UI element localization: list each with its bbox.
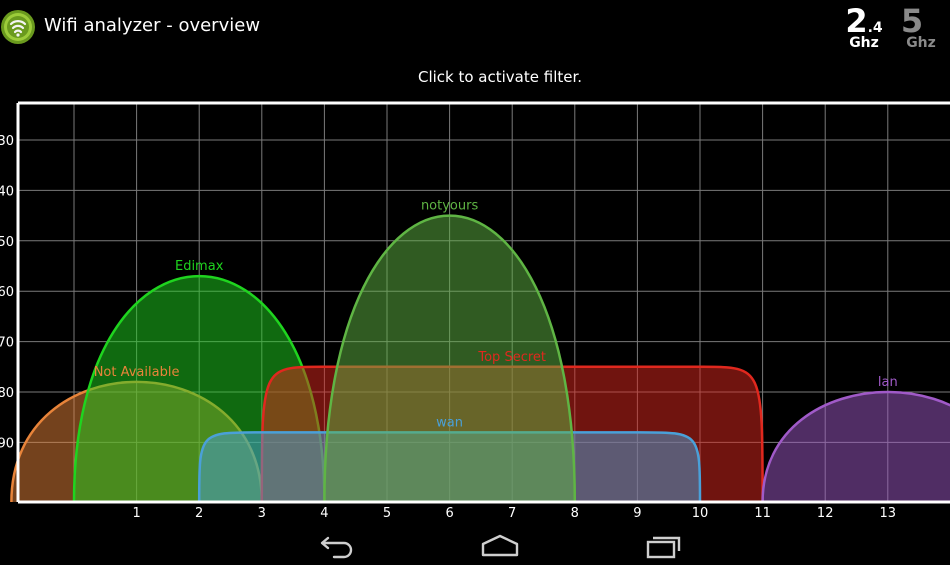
y-tick-label: 90 (0, 436, 14, 451)
x-tick-label: 8 (571, 506, 579, 521)
network-top-secret-label: Top Secret (477, 350, 546, 365)
recent-apps-icon[interactable] (638, 530, 686, 560)
back-arrow-icon[interactable] (314, 530, 362, 560)
x-tick-label: 7 (508, 506, 516, 521)
network-lan-curve (761, 390, 950, 503)
x-tick-label: 2 (195, 506, 203, 521)
band-5-major: 5 (900, 2, 924, 40)
y-tick-label: 70 (0, 336, 14, 351)
x-tick-label: 13 (880, 506, 897, 521)
filter-hint[interactable]: Click to activate filter. (0, 68, 950, 86)
x-tick-label: 1 (132, 506, 140, 521)
network-not-available-label: Not Available (94, 365, 180, 380)
x-tick-label: 10 (692, 506, 709, 521)
x-tick-label: 6 (445, 506, 453, 521)
action-bar: Wifi analyzer - overview 2.4 Ghz 5 Ghz (0, 0, 950, 54)
y-tick-label: 30 (0, 134, 14, 149)
y-tick-label: 40 (0, 184, 14, 199)
band-24-major: 2 (845, 2, 868, 40)
x-tick-label: 4 (320, 506, 328, 521)
y-tick-label: 80 (0, 386, 14, 401)
x-tick-label: 12 (817, 506, 834, 521)
channel-graph[interactable]: Not Available Edimax Top Secret wan notyours… (0, 96, 950, 524)
network-lan-label: lan (878, 375, 898, 390)
navigation-bar (0, 524, 950, 565)
x-tick-label: 5 (383, 506, 391, 521)
x-tick-label: 9 (633, 506, 641, 521)
network-edimax-label: Edimax (175, 259, 224, 274)
y-tick-label: 60 (0, 285, 14, 300)
band-5-unit: Ghz (906, 35, 936, 51)
home-icon[interactable] (476, 530, 524, 560)
network-wan-label: wan (436, 415, 463, 430)
x-tick-label: 11 (754, 506, 771, 521)
wifi-logo-icon[interactable] (0, 9, 36, 45)
y-tick-label: 50 (0, 235, 14, 250)
network-notyours-label: notyours (421, 199, 479, 214)
band-24-minor: .4 (867, 20, 883, 36)
band-24ghz-toggle[interactable]: 2.4 Ghz (840, 4, 888, 54)
app-title: Wifi analyzer - overview (44, 15, 261, 36)
x-tick-label: 3 (258, 506, 266, 521)
band-5ghz-toggle[interactable]: 5 Ghz (894, 4, 942, 54)
